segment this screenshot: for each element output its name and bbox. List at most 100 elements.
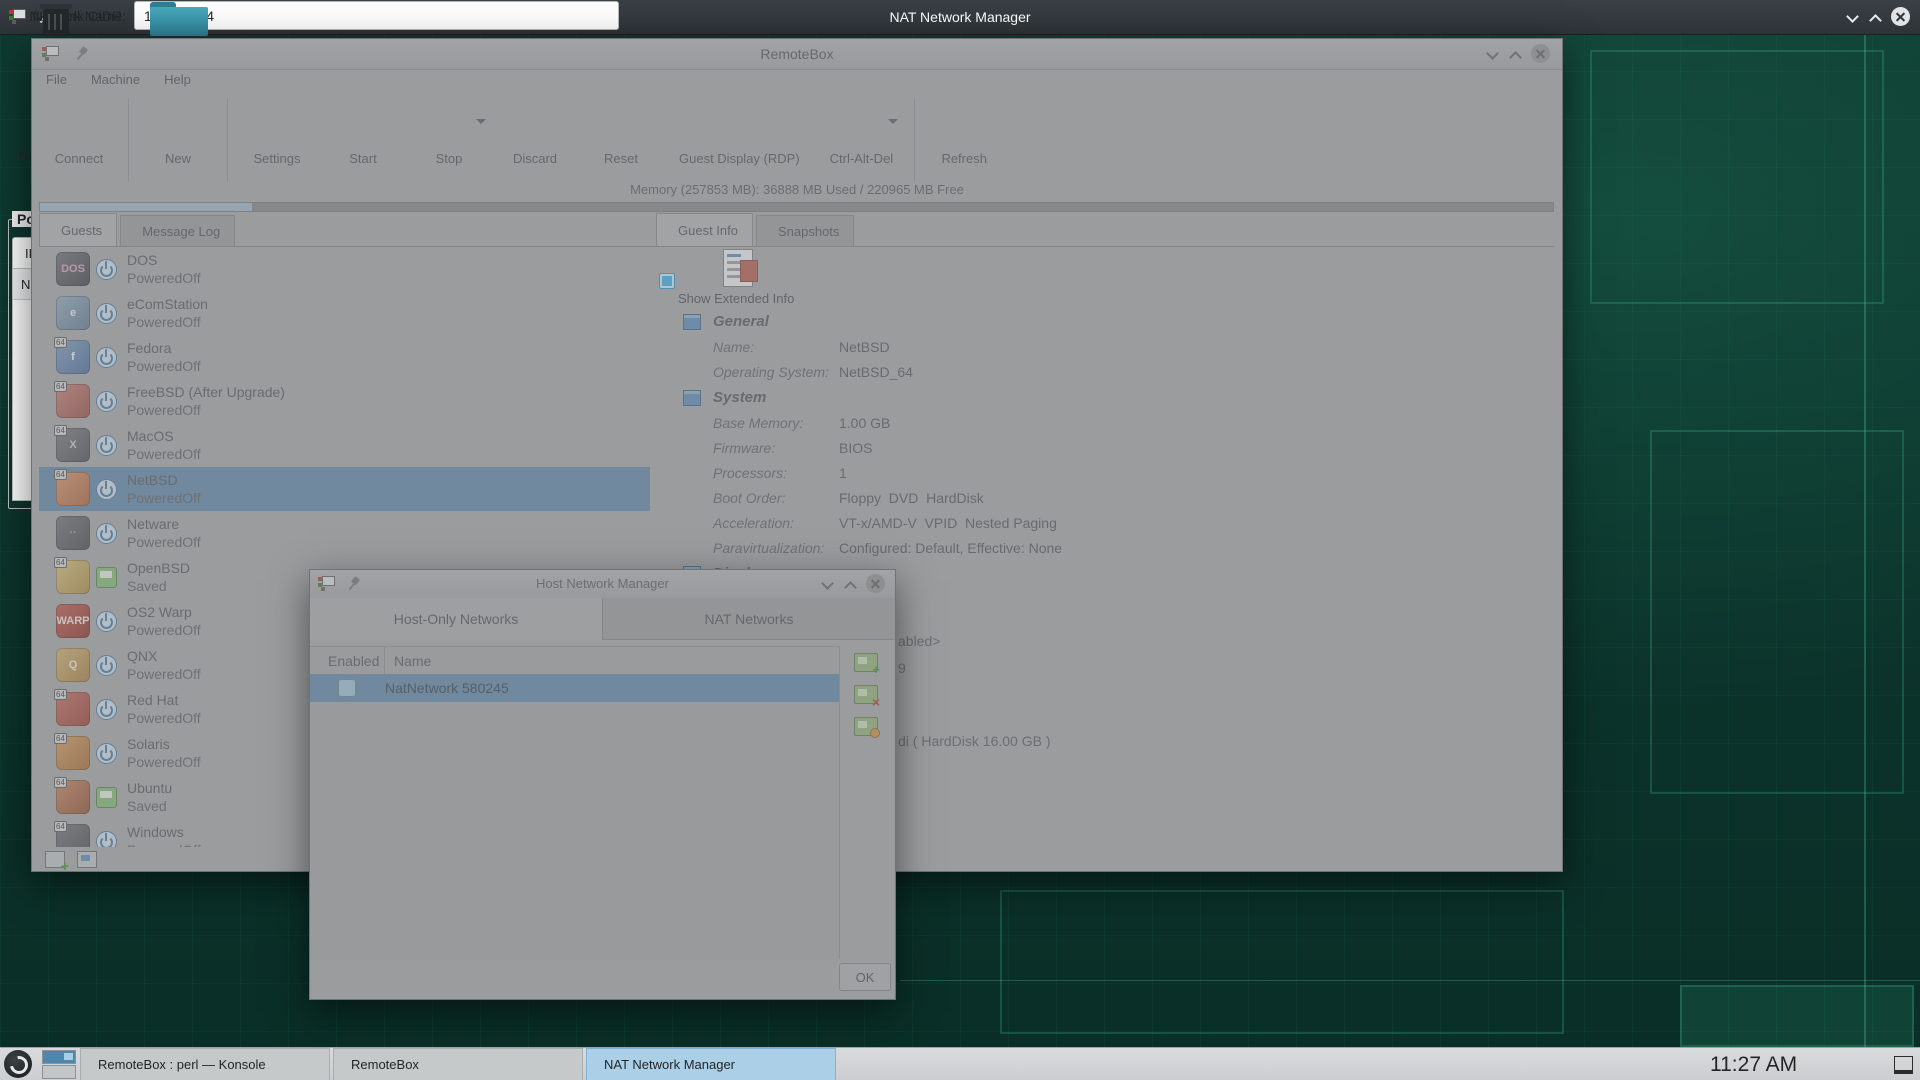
close-icon[interactable]	[866, 574, 885, 593]
minimize-icon[interactable]	[1845, 10, 1859, 24]
window-title: RemoteBox	[32, 39, 1562, 69]
vm-list-item[interactable]: 64 FreeBSD (After Upgrade) PoweredOff	[39, 379, 650, 423]
maximize-icon[interactable]	[843, 577, 857, 591]
network-row[interactable]: NatNetwork 580245	[310, 674, 839, 702]
info-row: Processors: 1	[713, 465, 1062, 490]
maximize-icon[interactable]	[1868, 10, 1882, 24]
trash-icon[interactable]	[43, 8, 69, 36]
vm-name: Solaris	[127, 736, 170, 752]
task-nat-network-manager[interactable]: NAT Network Manager	[586, 1048, 836, 1080]
edit-network-icon[interactable]	[854, 717, 878, 736]
tab-snapshots[interactable]: Snapshots	[756, 215, 854, 246]
menu-item[interactable]: File	[36, 70, 77, 94]
vm-status: PoweredOff	[127, 710, 201, 726]
menu-item[interactable]: Machine	[81, 70, 150, 94]
dropdown-arrow-icon[interactable]	[476, 119, 486, 129]
minimize-icon[interactable]	[1485, 47, 1499, 61]
vm-list-item[interactable]: f 64 Fedora PoweredOff	[39, 335, 650, 379]
toolbar-button-connect[interactable]: Connect	[36, 95, 122, 170]
64bit-badge: 64	[54, 469, 67, 480]
application-launcher-icon[interactable]	[4, 1050, 32, 1078]
vm-list-item[interactable]: DOS DOS PoweredOff	[39, 247, 650, 291]
vm-name: FreeBSD (After Upgrade)	[127, 384, 285, 400]
task-remotebox[interactable]: RemoteBox	[333, 1048, 583, 1080]
info-text-fragment: 9	[898, 660, 906, 676]
wallpaper-pattern	[1000, 890, 1564, 1034]
tab-message-log[interactable]: Message Log	[120, 215, 235, 246]
vm-status-icon	[96, 611, 117, 632]
close-icon[interactable]	[1891, 7, 1910, 26]
keyboard-icon	[838, 99, 884, 145]
show-extended-info-checkbox[interactable]	[659, 273, 675, 289]
vm-status: PoweredOff	[127, 314, 201, 330]
form-row: Network CIDR:	[0, 1, 619, 30]
titlebar[interactable]: RemoteBox	[32, 39, 1562, 70]
64bit-badge: 64	[54, 381, 67, 392]
reset-monitor-icon	[598, 99, 644, 145]
desktop-2[interactable]	[42, 1065, 76, 1079]
toolbar-button[interactable]	[914, 99, 915, 181]
remove-network-icon[interactable]	[854, 685, 878, 704]
tab-nat-networks[interactable]: NAT Networks	[603, 598, 895, 640]
add-network-icon[interactable]	[854, 653, 878, 672]
stop-sign-icon	[426, 99, 472, 145]
toolbar-button-new[interactable]: New	[135, 95, 221, 170]
toolbar-button-start[interactable]: Start	[320, 95, 406, 170]
64bit-badge: 64	[54, 337, 67, 348]
vm-list-item[interactable]: e eComStation PoweredOff	[39, 291, 650, 335]
tab-guests[interactable]: Guests	[39, 213, 117, 246]
virtual-desktop-pager[interactable]	[42, 1050, 76, 1079]
column-header-enabled[interactable]: Enabled	[310, 647, 385, 674]
add-guest-icon[interactable]	[45, 851, 65, 868]
toolbar-button-refresh[interactable]: Refresh	[921, 95, 1007, 170]
toolbar-button-reset[interactable]: Reset	[578, 95, 664, 170]
toolbar-button[interactable]	[128, 99, 129, 181]
table-header: Enabled Name	[310, 646, 839, 675]
network-list-area[interactable]	[310, 702, 839, 960]
vm-os-icon: e	[56, 296, 90, 330]
enabled-checkbox[interactable]	[338, 679, 356, 697]
folder-icon[interactable]	[150, 2, 208, 36]
toolbar-button-ctrl-alt-del[interactable]: Ctrl-Alt-Del	[815, 95, 909, 170]
menubar: FileMachineHelp	[36, 70, 201, 94]
vm-status: PoweredOff	[127, 622, 201, 638]
vm-os-icon: X 64	[56, 428, 90, 462]
vm-status-icon	[96, 347, 117, 368]
ok-button[interactable]: OK	[839, 963, 891, 991]
menu-item[interactable]: Help	[154, 70, 201, 94]
vm-name: Netware	[127, 516, 179, 532]
64bit-badge: 64	[54, 733, 67, 744]
tab-guest-info[interactable]: Guest Info	[656, 213, 753, 246]
vm-os-icon: Q	[56, 648, 90, 682]
vm-name: OS2 Warp	[127, 604, 192, 620]
tab-host-only-networks[interactable]: Host-Only Networks	[310, 598, 603, 640]
toolbar-button-discard[interactable]: Discard	[492, 95, 578, 170]
vm-os-icon: f 64	[56, 340, 90, 374]
vm-list-item[interactable]: X 64 MacOS PoweredOff	[39, 423, 650, 467]
task-konsole[interactable]: RemoteBox : perl — Konsole	[80, 1048, 330, 1080]
vm-status: PoweredOff	[127, 446, 201, 462]
vm-status: PoweredOff	[127, 534, 201, 550]
minimize-icon[interactable]	[820, 577, 834, 591]
wallpaper-pattern	[1680, 985, 1914, 1047]
toolbar-button-guest-display[interactable]: Guest Display (RDP)	[664, 95, 815, 170]
vm-status-icon	[96, 435, 117, 456]
vm-list-item[interactable]: 64 NetBSD PoweredOff	[39, 467, 650, 511]
vm-name: MacOS	[127, 428, 174, 444]
toolbar-button[interactable]	[227, 99, 228, 181]
clock[interactable]: 11:27 AM	[1710, 1053, 1797, 1077]
toolbar-button-settings[interactable]: Settings	[234, 95, 320, 170]
column-header-name[interactable]: Name	[385, 653, 431, 669]
close-icon[interactable]	[1531, 44, 1550, 63]
vm-list-item[interactable]: ·· Netware PoweredOff	[39, 511, 650, 555]
vm-status-icon	[96, 303, 117, 324]
guest-clipboard-icon[interactable]	[77, 851, 97, 868]
toolbar-button-stop[interactable]: Stop	[406, 95, 492, 170]
vm-status: PoweredOff	[127, 358, 201, 374]
dropdown-arrow-icon[interactable]	[888, 119, 898, 129]
show-desktop-button[interactable]	[1890, 1050, 1917, 1079]
maximize-icon[interactable]	[1508, 47, 1522, 61]
vm-os-icon: 64	[56, 692, 90, 726]
desktop-1[interactable]	[42, 1050, 76, 1064]
titlebar[interactable]: Host Network Manager	[310, 570, 895, 599]
